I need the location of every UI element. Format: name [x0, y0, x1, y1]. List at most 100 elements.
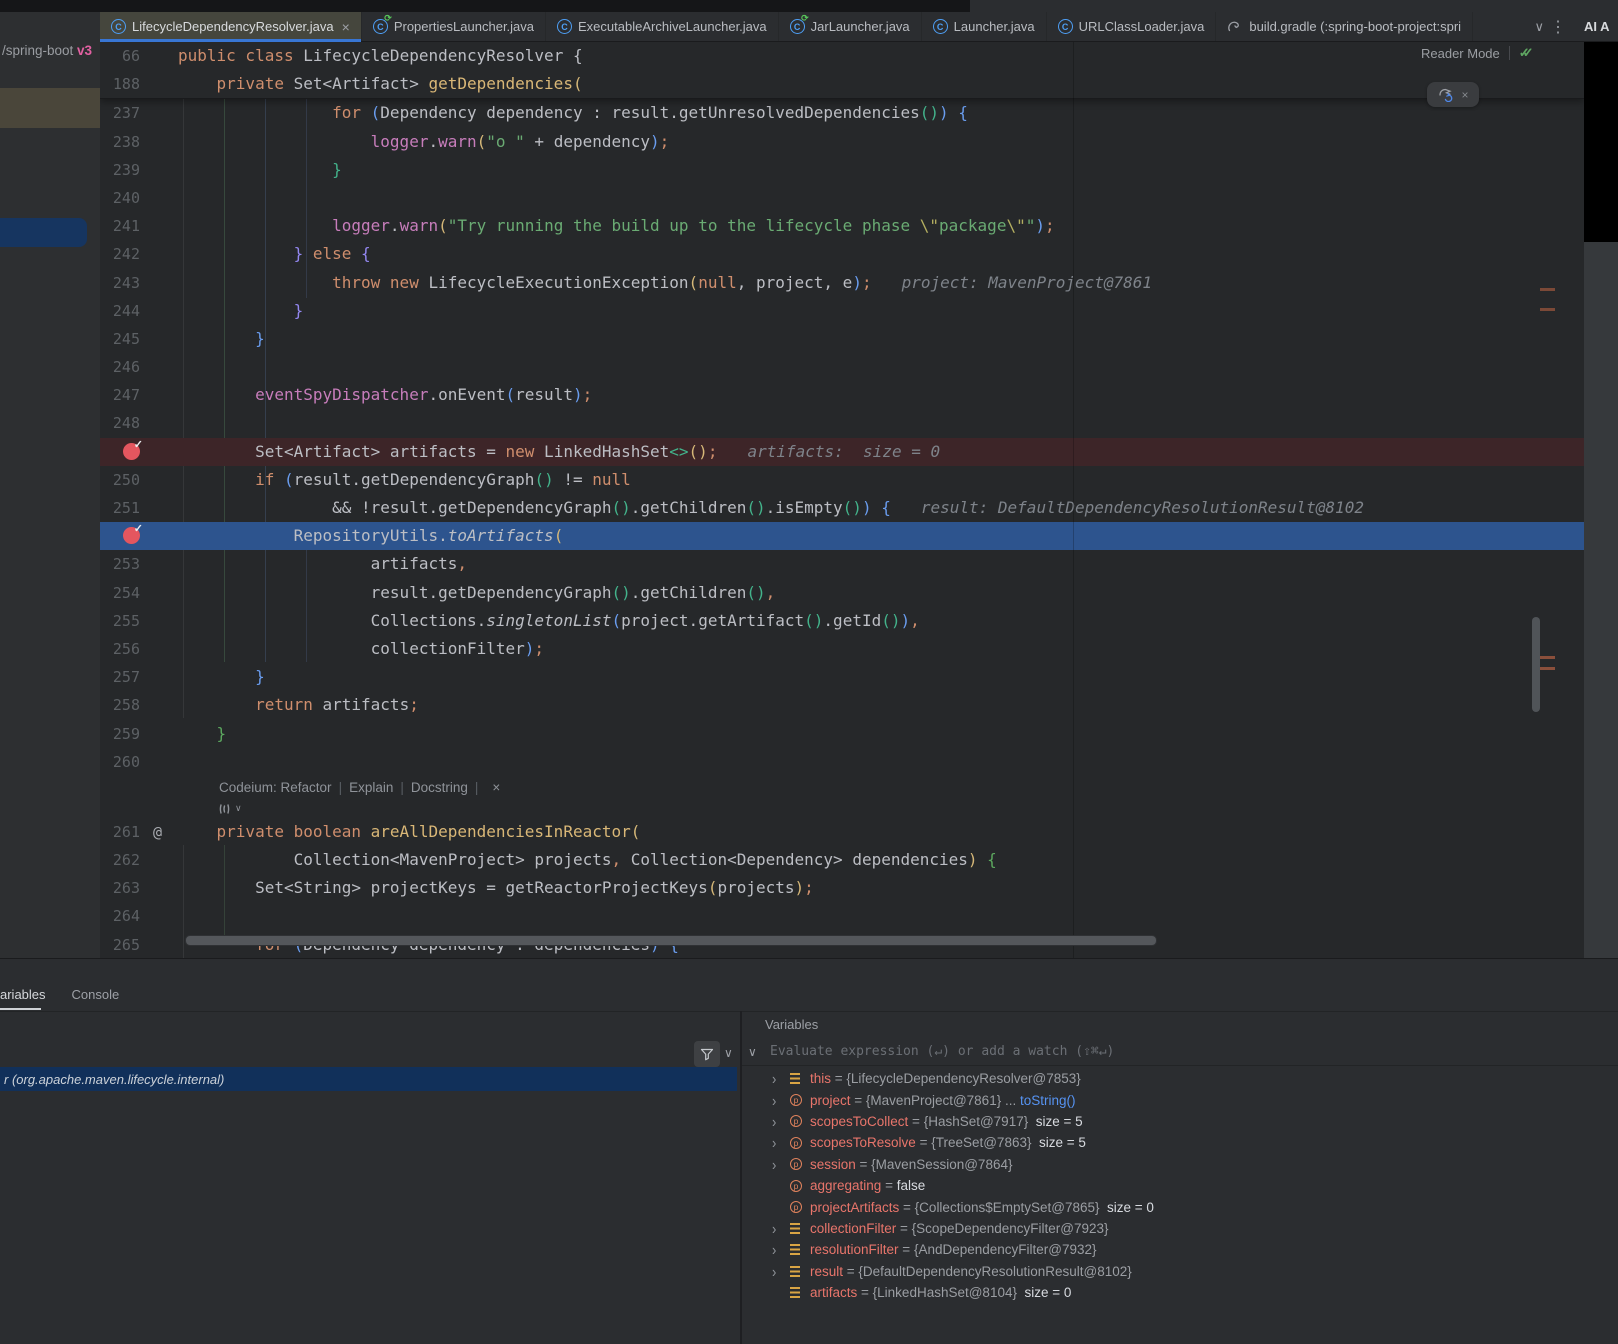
gutter[interactable]: 240	[100, 184, 178, 212]
vertical-scrollbar[interactable]	[1532, 617, 1540, 712]
error-stripe-mark[interactable]	[1540, 656, 1555, 659]
code-line[interactable]: 256 collectionFilter);	[100, 635, 1584, 663]
editor-tab[interactable]: CLifecycleDependencyResolver.java×	[100, 12, 362, 41]
gutter[interactable]: 242	[100, 240, 178, 268]
expand-chevron-icon[interactable]: ›	[772, 1262, 790, 1280]
variable-row[interactable]: paggregating = false	[742, 1175, 1618, 1196]
code-line[interactable]: 66public class LifecycleDependencyResolv…	[100, 42, 1584, 70]
variable-row[interactable]: ›pscopesToResolve = {TreeSet@7863} size …	[742, 1132, 1618, 1153]
gutter[interactable]: 258	[100, 691, 178, 719]
line-number[interactable]: 242	[113, 240, 140, 268]
line-number[interactable]: 66	[122, 42, 140, 70]
codeium-actions[interactable]: Codeium: Refactor|Explain|Docstring|×	[100, 776, 1584, 800]
line-number[interactable]: 260	[113, 748, 140, 776]
line-number[interactable]: 241	[113, 212, 140, 240]
editor-tab[interactable]: CJarLauncher.java	[779, 12, 922, 41]
line-number[interactable]: 250	[113, 466, 140, 494]
line-number[interactable]: 259	[113, 720, 140, 748]
code-line[interactable]: 246	[100, 353, 1584, 381]
line-number[interactable]: 263	[113, 874, 140, 902]
code-line[interactable]: 237 for (Dependency dependency : result.…	[100, 99, 1584, 127]
debug-tab-console[interactable]: Console	[72, 987, 120, 1009]
project-sidebar[interactable]: /spring-boot v3	[0, 12, 100, 958]
editor-tab[interactable]: CPropertiesLauncher.java	[362, 12, 546, 41]
line-number[interactable]: 247	[113, 381, 140, 409]
variable-row[interactable]: ›this = {LifecycleDependencyResolver@785…	[742, 1068, 1618, 1089]
gutter[interactable]: 188	[100, 70, 178, 98]
gutter[interactable]: 248	[100, 409, 178, 437]
expand-chevron-icon[interactable]: ›	[772, 1155, 790, 1173]
selected-frame-row[interactable]: r (org.apache.maven.lifecycle.internal)	[0, 1067, 737, 1091]
gutter[interactable]: 260	[100, 748, 178, 776]
filter-chevron-icon[interactable]: ∨	[724, 1046, 733, 1060]
line-number[interactable]: 237	[113, 99, 140, 127]
codeium-logo-row[interactable]: ∨	[100, 800, 1584, 818]
error-stripe-mark[interactable]	[1540, 288, 1555, 291]
line-number[interactable]: 261	[113, 818, 140, 846]
variable-row[interactable]: ›pscopesToCollect = {HashSet@7917} size …	[742, 1111, 1618, 1132]
gutter[interactable]: 253	[100, 550, 178, 578]
expand-chevron-icon[interactable]: ›	[772, 1112, 790, 1130]
line-number[interactable]: 265	[113, 931, 140, 958]
project-selected-file-row[interactable]	[0, 88, 100, 128]
chevron-down-icon[interactable]: ∨	[235, 803, 242, 814]
gutter[interactable]: 261 @	[100, 818, 178, 846]
variable-row[interactable]: artifacts = {LinkedHashSet@8104} size = …	[742, 1282, 1618, 1303]
line-number[interactable]: 246	[113, 353, 140, 381]
line-number[interactable]: 243	[113, 269, 140, 297]
code-line[interactable]: 242 } else {	[100, 240, 1584, 268]
tabs-overflow-chevron-icon[interactable]: ∨	[1534, 19, 1544, 35]
debug-tab-ariables[interactable]: ariables	[0, 987, 46, 1009]
breakpoint-icon[interactable]	[123, 527, 140, 544]
expand-chevron-icon[interactable]: ›	[772, 1070, 790, 1088]
variable-row[interactable]: ›collectionFilter = {ScopeDependencyFilt…	[742, 1218, 1618, 1239]
horizontal-scrollbar[interactable]	[185, 935, 1157, 946]
code-line[interactable]: Set<Artifact> artifacts = new LinkedHash…	[100, 438, 1584, 466]
code-line[interactable]: 263 Set<String> projectKeys = getReactor…	[100, 874, 1584, 902]
code-line[interactable]: 245 }	[100, 325, 1584, 353]
code-line[interactable]: 264	[100, 902, 1584, 930]
annotation-gutter-icon[interactable]: @	[153, 818, 162, 846]
editor-tab[interactable]: CURLClassLoader.java	[1047, 12, 1217, 41]
tabs-kebab-menu-icon[interactable]: ⋮	[1550, 17, 1566, 37]
code-line[interactable]: 262 Collection<MavenProject> projects, C…	[100, 846, 1584, 874]
project-highlight-row[interactable]	[0, 218, 87, 247]
ai-floating-toolbar[interactable]: ×	[1427, 82, 1479, 107]
gutter[interactable]: 259	[100, 720, 178, 748]
gutter[interactable]: 262	[100, 846, 178, 874]
code-line[interactable]: 261@ private boolean areAllDependenciesI…	[100, 818, 1584, 846]
variable-row[interactable]: pprojectArtifacts = {Collections$EmptySe…	[742, 1196, 1618, 1217]
gutter[interactable]: 263	[100, 874, 178, 902]
gutter[interactable]: 66	[100, 42, 178, 70]
gutter[interactable]: 238	[100, 128, 178, 156]
expand-chevron-icon[interactable]: ›	[772, 1134, 790, 1152]
variable-row[interactable]: ›resolutionFilter = {AndDependencyFilter…	[742, 1239, 1618, 1260]
editor-tab[interactable]: build.gradle (:spring-boot-project:spri	[1216, 12, 1473, 41]
code-line[interactable]: RepositoryUtils.toArtifacts(	[100, 522, 1584, 550]
gutter[interactable]: 241	[100, 212, 178, 240]
code-line[interactable]: 259 }	[100, 720, 1584, 748]
code-line[interactable]: 238 logger.warn("o " + dependency);	[100, 128, 1584, 156]
ai-assistant-label[interactable]: AI A	[1584, 19, 1618, 34]
gutter[interactable]: 250	[100, 466, 178, 494]
expand-chevron-icon[interactable]: ›	[772, 1091, 790, 1109]
line-number[interactable]: 258	[113, 691, 140, 719]
line-number[interactable]: 262	[113, 846, 140, 874]
chevron-down-icon[interactable]: ∨	[748, 1045, 757, 1059]
line-number[interactable]: 257	[113, 663, 140, 691]
gutter[interactable]: 257	[100, 663, 178, 691]
inspections-ok-icon[interactable]: ✓✓	[1519, 45, 1534, 61]
codeium-refresh-icon[interactable]	[1437, 87, 1454, 102]
line-number[interactable]: 244	[113, 297, 140, 325]
code-line[interactable]: 254 result.getDependencyGraph().getChild…	[100, 579, 1584, 607]
code-line[interactable]: 241 logger.warn("Try running the build u…	[100, 212, 1584, 240]
line-number[interactable]: 256	[113, 635, 140, 663]
line-number[interactable]: 254	[113, 579, 140, 607]
gutter[interactable]: 244	[100, 297, 178, 325]
code-line[interactable]: 240	[100, 184, 1584, 212]
gutter[interactable]: 256	[100, 635, 178, 663]
gutter[interactable]: 243	[100, 269, 178, 297]
variable-row[interactable]: ›pproject = {MavenProject@7861} ... toSt…	[742, 1089, 1618, 1110]
close-icon[interactable]: ×	[342, 19, 350, 35]
codeium-action[interactable]: Docstring	[411, 780, 468, 795]
